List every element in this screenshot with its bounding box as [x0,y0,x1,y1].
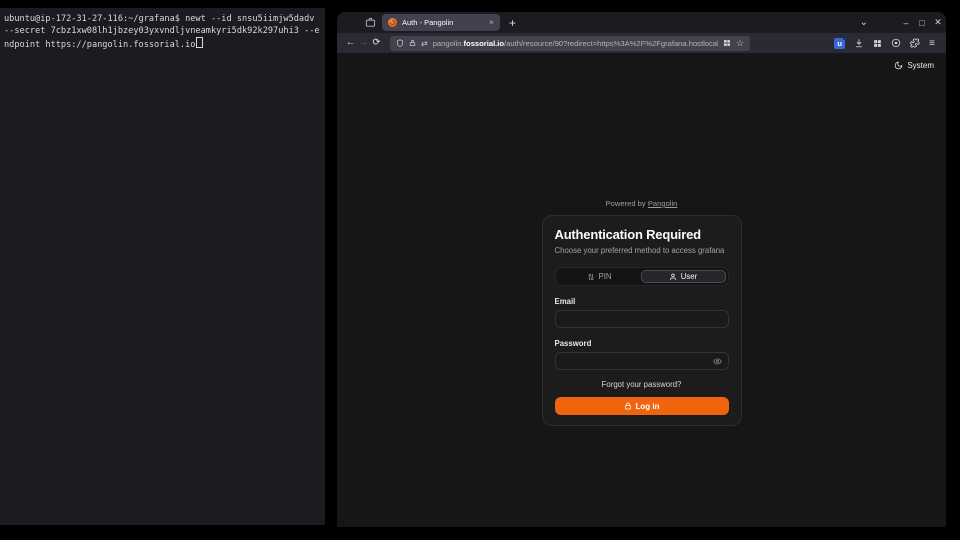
terminal-line: ndpoint https://pangolin.fossorial.io [4,37,321,51]
maximize-button[interactable]: □ [914,18,930,28]
browser-window: Auth - Pangolin × + ⌄ – □ ✕ ← → ⟳ ⇄ pang… [337,12,946,527]
url-path: /auth/resource/90?redirect=https%3A%2F%2… [504,39,718,48]
apps-grid-icon[interactable] [873,39,882,48]
window-controls: ⌄ – □ ✕ [860,17,946,28]
firefox-view-button[interactable] [361,15,379,31]
browser-toolbar: ← → ⟳ ⇄ pangolin.fossorial.io/auth/resou… [337,33,946,53]
forward-button[interactable]: → [357,38,370,48]
extensions-puzzle-icon[interactable] [910,38,920,48]
email-input[interactable] [562,315,722,324]
terminal-line-text: ndpoint https://pangolin.fossorial.io [4,40,195,50]
auth-column: Powered by Pangolin Authentication Requi… [542,199,742,426]
terminal-window[interactable]: ubuntu@ip-172-31-27-116:~/grafana$ newt … [0,8,325,525]
back-button[interactable]: ← [344,38,357,48]
https-lock-icon[interactable] [409,39,416,47]
new-tab-button[interactable]: + [509,17,516,29]
list-tabs-icon[interactable]: ⌄ [860,17,868,28]
login-button[interactable]: Log in [555,397,729,415]
powered-by: Powered by Pangolin [542,199,742,208]
theme-toggle[interactable]: System [894,61,934,70]
tab-user-label: User [681,272,697,281]
pangolin-link[interactable]: Pangolin [648,199,678,208]
email-field-wrap [555,310,729,328]
bookmark-star-icon[interactable]: ☆ [736,38,744,49]
forgot-password-link[interactable]: Forgot your password? [555,380,729,389]
toolbar-extensions: u ≡ [834,38,939,49]
theme-moon-icon [894,61,903,70]
browser-tab-bar: Auth - Pangolin × + ⌄ – □ ✕ [337,12,946,33]
record-circle-icon[interactable] [891,38,901,48]
url-host: fossorial.io [464,39,505,48]
shortcuts-grid-icon[interactable] [723,39,731,47]
password-field-wrap [555,352,729,370]
downloads-icon[interactable] [854,38,864,48]
password-label: Password [555,339,729,348]
extension-badge [843,36,847,40]
tracking-protection-shield-icon[interactable] [396,39,404,47]
url-bar[interactable]: ⇄ pangolin.fossorial.io/auth/resource/90… [390,36,750,51]
extension-letter: u [837,39,842,48]
terminal-line: --secret 7cbz1xw08lh1jbzey03yxvndljvneam… [4,25,321,37]
tab-user[interactable]: User [641,270,726,283]
tab-close-icon[interactable]: × [489,18,494,27]
url-host-prefix: pangolin. [433,39,464,48]
page-content: System Powered by Pangolin Authenticatio… [337,53,946,527]
pangolin-favicon-icon [388,18,397,27]
show-password-eye-icon[interactable] [713,357,722,366]
tab-pin-label: PIN [599,272,612,281]
reload-button[interactable]: ⟳ [370,38,383,48]
auth-method-tabs: PIN User [555,267,729,286]
firefox-view-icon [365,17,376,28]
extension-icon-blue[interactable]: u [834,38,845,49]
close-button[interactable]: ✕ [930,17,946,28]
terminal-cursor [196,37,203,48]
theme-toggle-label: System [907,61,934,70]
card-subtitle: Choose your preferred method to access g… [555,246,729,255]
menu-hamburger-icon[interactable]: ≡ [929,38,935,49]
minimize-button[interactable]: – [898,18,914,28]
tab-title: Auth - Pangolin [402,18,484,27]
browser-tab-active[interactable]: Auth - Pangolin × [382,14,500,31]
binary-pin-icon [587,273,595,281]
user-icon [669,273,677,281]
email-label: Email [555,297,729,306]
card-title: Authentication Required [555,227,729,242]
password-input[interactable] [562,357,713,366]
tab-pin[interactable]: PIN [558,270,641,283]
permissions-icon[interactable]: ⇄ [421,39,428,48]
terminal-line: ubuntu@ip-172-31-27-116:~/grafana$ newt … [4,13,321,25]
auth-card: Authentication Required Choose your pref… [542,215,742,426]
url-text: pangolin.fossorial.io/auth/resource/90?r… [433,39,718,48]
powered-by-text: Powered by [606,199,646,208]
login-lock-icon [624,402,632,410]
login-button-label: Log in [636,402,660,411]
